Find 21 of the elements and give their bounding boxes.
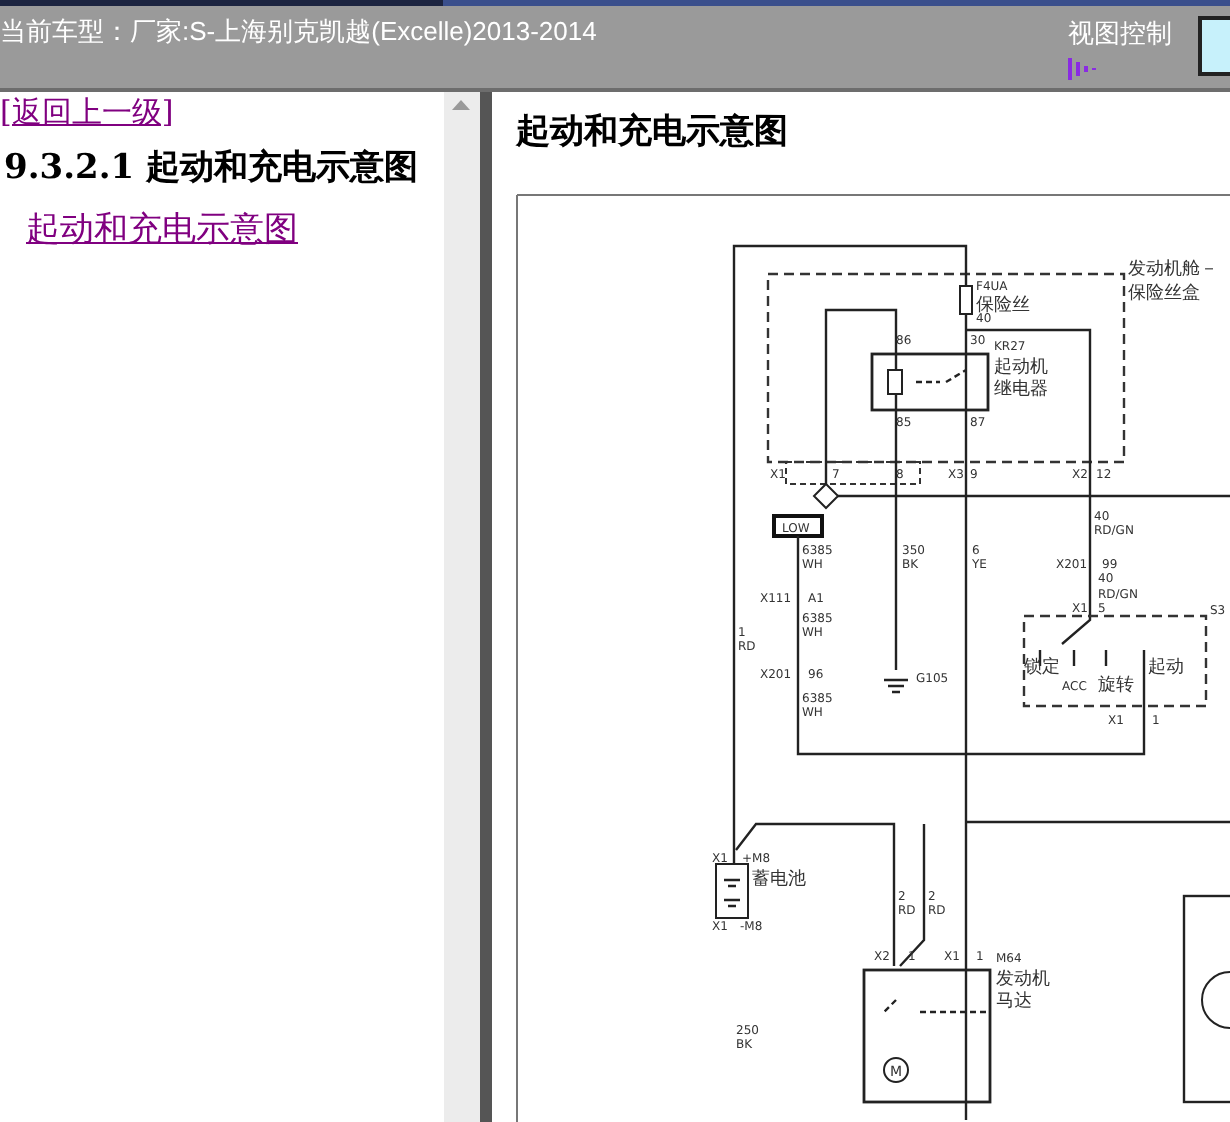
diagram-label: 蓄电池 [752, 870, 806, 890]
diagram-label: 起动机 [994, 358, 1048, 378]
diagram-label: 旋转 [1098, 676, 1134, 696]
vehicle-model-title: 当前车型：厂家:S-上海别克凯越(Excelle)2013-2014 [0, 14, 597, 50]
scrollbar[interactable] [444, 92, 480, 1122]
audio-bars-icon[interactable] [1068, 58, 1096, 80]
diagram-label: 发动机 [996, 970, 1050, 990]
diagram-label: 马达 [996, 992, 1032, 1012]
diagram-label: 保险丝盒 [1128, 284, 1200, 304]
diagram-label: 继电器 [994, 380, 1048, 400]
diagram-label: 保险丝 [976, 296, 1030, 316]
section-heading: 9.3.2.1 起动和充电示意图 [4, 146, 420, 190]
view-control-label: 视图控制 [1068, 16, 1172, 52]
toolbar-button[interactable] [1198, 16, 1230, 76]
diagram-heading: 起动和充电示意图 [516, 110, 790, 154]
scroll-up-icon[interactable] [452, 100, 470, 110]
diagram-link[interactable]: 起动和充电示意图 [26, 210, 298, 250]
back-link[interactable]: [返回上一级] [0, 94, 174, 132]
diagram-label: 发动机舱－ [1128, 260, 1218, 280]
diagram-label: 锁定 [1024, 658, 1060, 678]
diagram-label: 起动 [1148, 658, 1184, 678]
